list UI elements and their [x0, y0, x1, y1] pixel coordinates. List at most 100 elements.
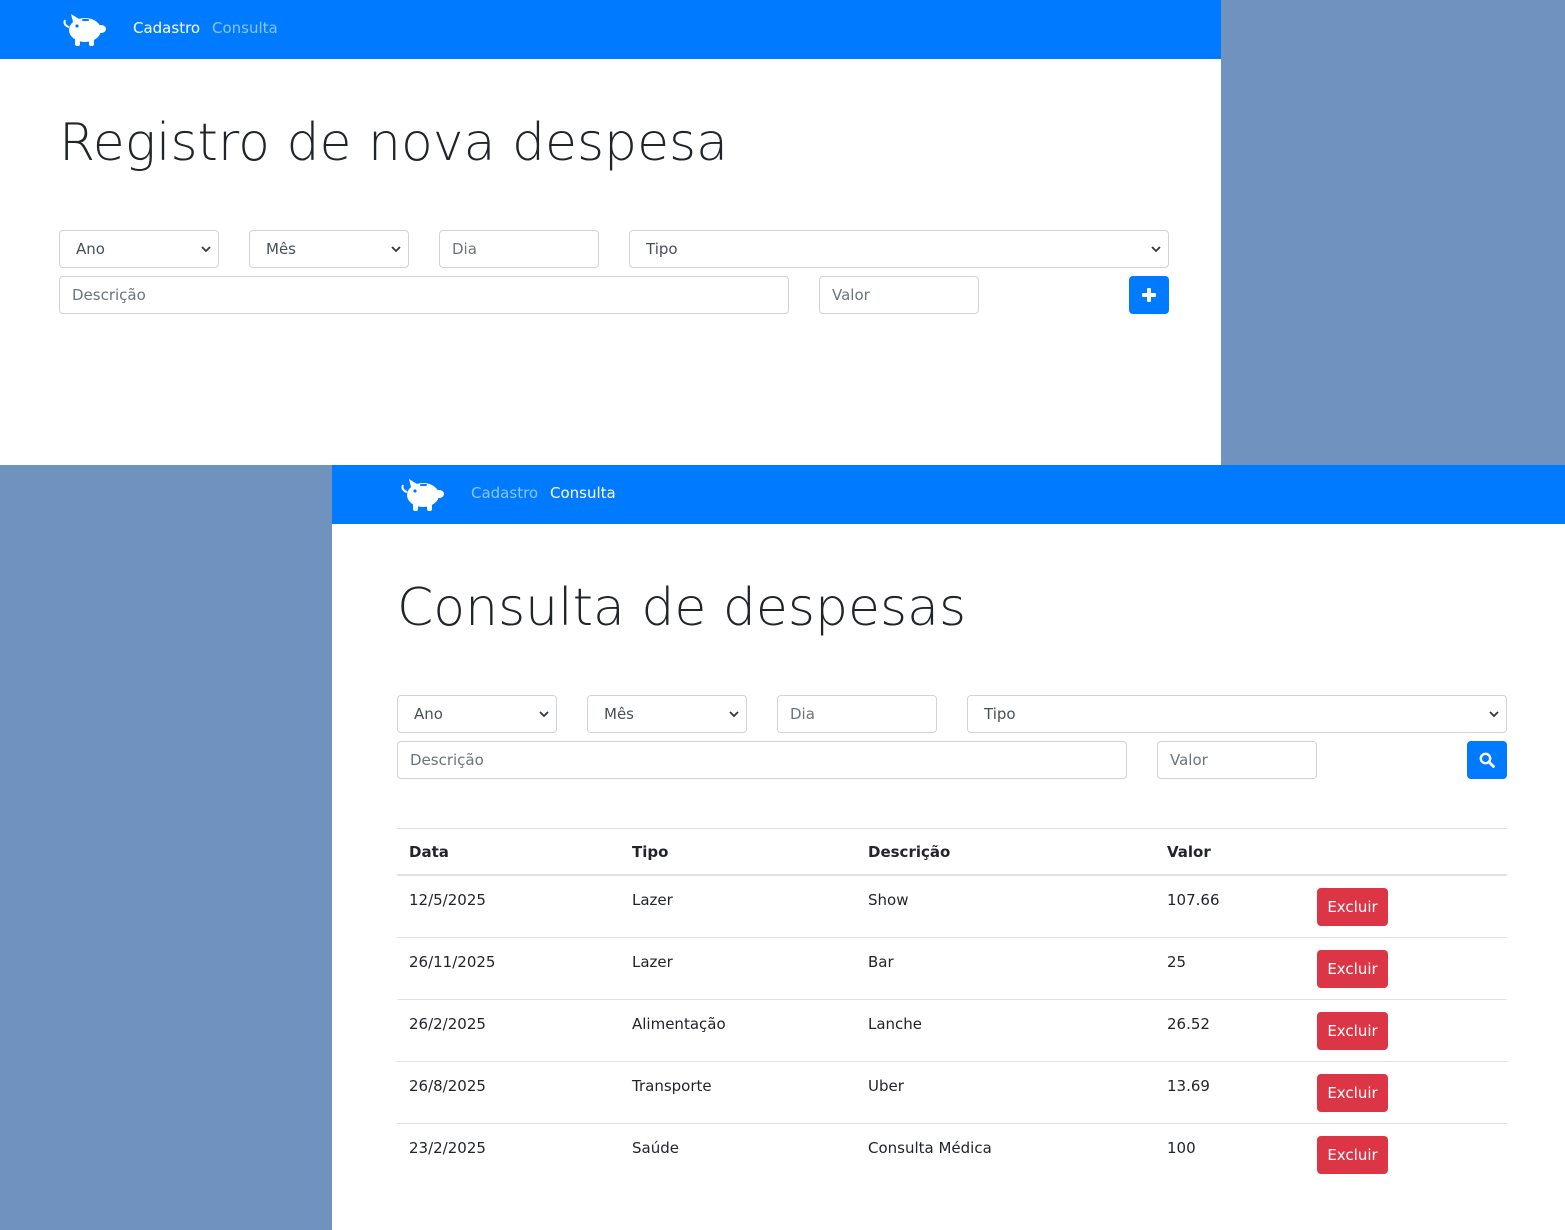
- cell-tipo: Lazer: [620, 875, 856, 938]
- cell-descricao-value: Uber: [868, 1076, 904, 1095]
- cell-valor-value: 100: [1167, 1138, 1196, 1157]
- cell-data-value: 23/2/2025: [409, 1138, 486, 1157]
- cell-data: 26/2/2025: [397, 999, 620, 1062]
- delete-button[interactable]: Excluir: [1317, 1073, 1388, 1112]
- dia-input[interactable]: Dia: [777, 695, 937, 733]
- tipo-select-value: Tipo: [646, 240, 678, 258]
- cell-data-value: 26/8/2025: [409, 1076, 486, 1095]
- chevron-down-icon: [1489, 711, 1499, 718]
- cell-tipo: Saúde: [620, 1123, 856, 1185]
- cell-data: 23/2/2025: [397, 1123, 620, 1185]
- cell-actions: Excluir: [1305, 937, 1507, 1000]
- cell-valor-value: 13.69: [1167, 1076, 1210, 1095]
- column-header-valor: Valor: [1155, 828, 1305, 876]
- cell-data: 26/8/2025: [397, 1061, 620, 1124]
- page-title: Registro de nova despesa: [59, 113, 729, 173]
- cell-data: 26/11/2025: [397, 937, 620, 1000]
- cell-data-value: 12/5/2025: [409, 891, 486, 909]
- tipo-select[interactable]: Tipo: [967, 695, 1507, 733]
- valor-placeholder: Valor: [1170, 751, 1208, 769]
- descricao-placeholder: Descrição: [410, 751, 484, 769]
- dia-input[interactable]: Dia: [439, 230, 599, 268]
- mes-select-value: Mês: [604, 705, 634, 723]
- cell-tipo: Lazer: [620, 937, 856, 1000]
- cell-tipo-value: Saúde: [632, 1138, 679, 1157]
- piggy-bank-icon[interactable]: [401, 475, 445, 513]
- column-header-actions: [1305, 828, 1507, 876]
- mes-select[interactable]: Mês: [587, 695, 747, 733]
- chevron-down-icon: [729, 711, 739, 718]
- valor-placeholder: Valor: [832, 286, 870, 304]
- cell-tipo-value: Lazer: [632, 891, 673, 909]
- cell-tipo: Alimentação: [620, 999, 856, 1062]
- plus-icon: [1142, 288, 1156, 302]
- cell-valor: 107.66: [1155, 875, 1305, 938]
- table-row: 26/8/2025 Transporte Uber 13.69 Excluir: [397, 1061, 1507, 1124]
- delete-button[interactable]: Excluir: [1317, 888, 1388, 926]
- table-row: 26/2/2025 Alimentação Lanche 26.52 Exclu…: [397, 999, 1507, 1062]
- ano-select[interactable]: Ano: [59, 230, 219, 268]
- cell-descricao-value: Consulta Médica: [868, 1138, 992, 1157]
- cell-valor: 26.52: [1155, 999, 1305, 1062]
- search-icon: [1479, 752, 1495, 768]
- cell-valor: 25: [1155, 937, 1305, 1000]
- delete-button[interactable]: Excluir: [1317, 949, 1388, 988]
- nav-link-cadastro[interactable]: Cadastro: [133, 19, 200, 37]
- delete-button[interactable]: Excluir: [1317, 1135, 1388, 1174]
- cell-valor: 100: [1155, 1123, 1305, 1185]
- cell-valor: 13.69: [1155, 1061, 1305, 1124]
- column-header-tipo: Tipo: [620, 828, 856, 876]
- cell-descricao: Uber: [856, 1061, 1155, 1124]
- mes-select[interactable]: Mês: [249, 230, 409, 268]
- cell-descricao-value: Bar: [868, 952, 894, 971]
- column-header-data: Data: [397, 828, 620, 876]
- cell-tipo-value: Transporte: [632, 1076, 712, 1095]
- nav-link-consulta[interactable]: Consulta: [212, 19, 278, 37]
- table-row: 12/5/2025 Lazer Show 107.66 Excluir: [397, 875, 1507, 938]
- cell-actions: Excluir: [1305, 1061, 1507, 1124]
- cell-descricao: Lanche: [856, 999, 1155, 1062]
- cell-valor-value: 26.52: [1167, 1014, 1210, 1033]
- cell-tipo: Transporte: [620, 1061, 856, 1124]
- cell-data-value: 26/2/2025: [409, 1014, 486, 1033]
- ano-select[interactable]: Ano: [397, 695, 557, 733]
- cell-tipo-value: Alimentação: [632, 1014, 726, 1033]
- cell-actions: Excluir: [1305, 875, 1507, 938]
- cell-data: 12/5/2025: [397, 875, 620, 938]
- chevron-down-icon: [391, 246, 401, 253]
- tipo-select[interactable]: Tipo: [629, 230, 1169, 268]
- ano-select-value: Ano: [414, 705, 443, 723]
- cell-valor-value: 25: [1167, 952, 1187, 971]
- ano-select-value: Ano: [76, 240, 105, 258]
- nav-link-cadastro[interactable]: Cadastro: [471, 484, 538, 502]
- table-header-row: Data Tipo Descrição Valor: [397, 828, 1507, 876]
- descricao-input[interactable]: Descrição: [59, 276, 789, 314]
- cell-descricao-value: Lanche: [868, 1014, 923, 1033]
- cell-valor-value: 107.66: [1167, 891, 1220, 909]
- search-button[interactable]: [1467, 741, 1507, 779]
- chevron-down-icon: [201, 246, 211, 253]
- descricao-input[interactable]: Descrição: [397, 741, 1127, 779]
- valor-input[interactable]: Valor: [819, 276, 979, 314]
- add-expense-button[interactable]: [1129, 276, 1169, 314]
- nav-link-consulta[interactable]: Consulta: [550, 484, 616, 502]
- valor-input[interactable]: Valor: [1157, 741, 1317, 779]
- dia-placeholder: Dia: [790, 705, 815, 723]
- cell-data-value: 26/11/2025: [409, 952, 496, 971]
- tipo-select-value: Tipo: [984, 705, 1016, 723]
- delete-button[interactable]: Excluir: [1317, 1011, 1388, 1050]
- table-row: 26/11/2025 Lazer Bar 25 Excluir: [397, 937, 1507, 1000]
- chevron-down-icon: [539, 711, 549, 718]
- cell-descricao: Consulta Médica: [856, 1123, 1155, 1185]
- cell-descricao-value: Show: [868, 891, 909, 909]
- cadastro-window: Cadastro Consulta Registro de nova despe…: [0, 0, 1221, 465]
- cell-tipo-value: Lazer: [632, 952, 673, 971]
- cell-actions: Excluir: [1305, 1123, 1507, 1185]
- page-title: Consulta de despesas: [397, 578, 967, 638]
- piggy-bank-icon[interactable]: [63, 10, 107, 48]
- navbar: Cadastro Consulta: [0, 0, 1221, 59]
- chevron-down-icon: [1151, 246, 1161, 253]
- dia-placeholder: Dia: [452, 240, 477, 258]
- cell-descricao: Show: [856, 875, 1155, 938]
- column-header-descricao: Descrição: [856, 828, 1155, 876]
